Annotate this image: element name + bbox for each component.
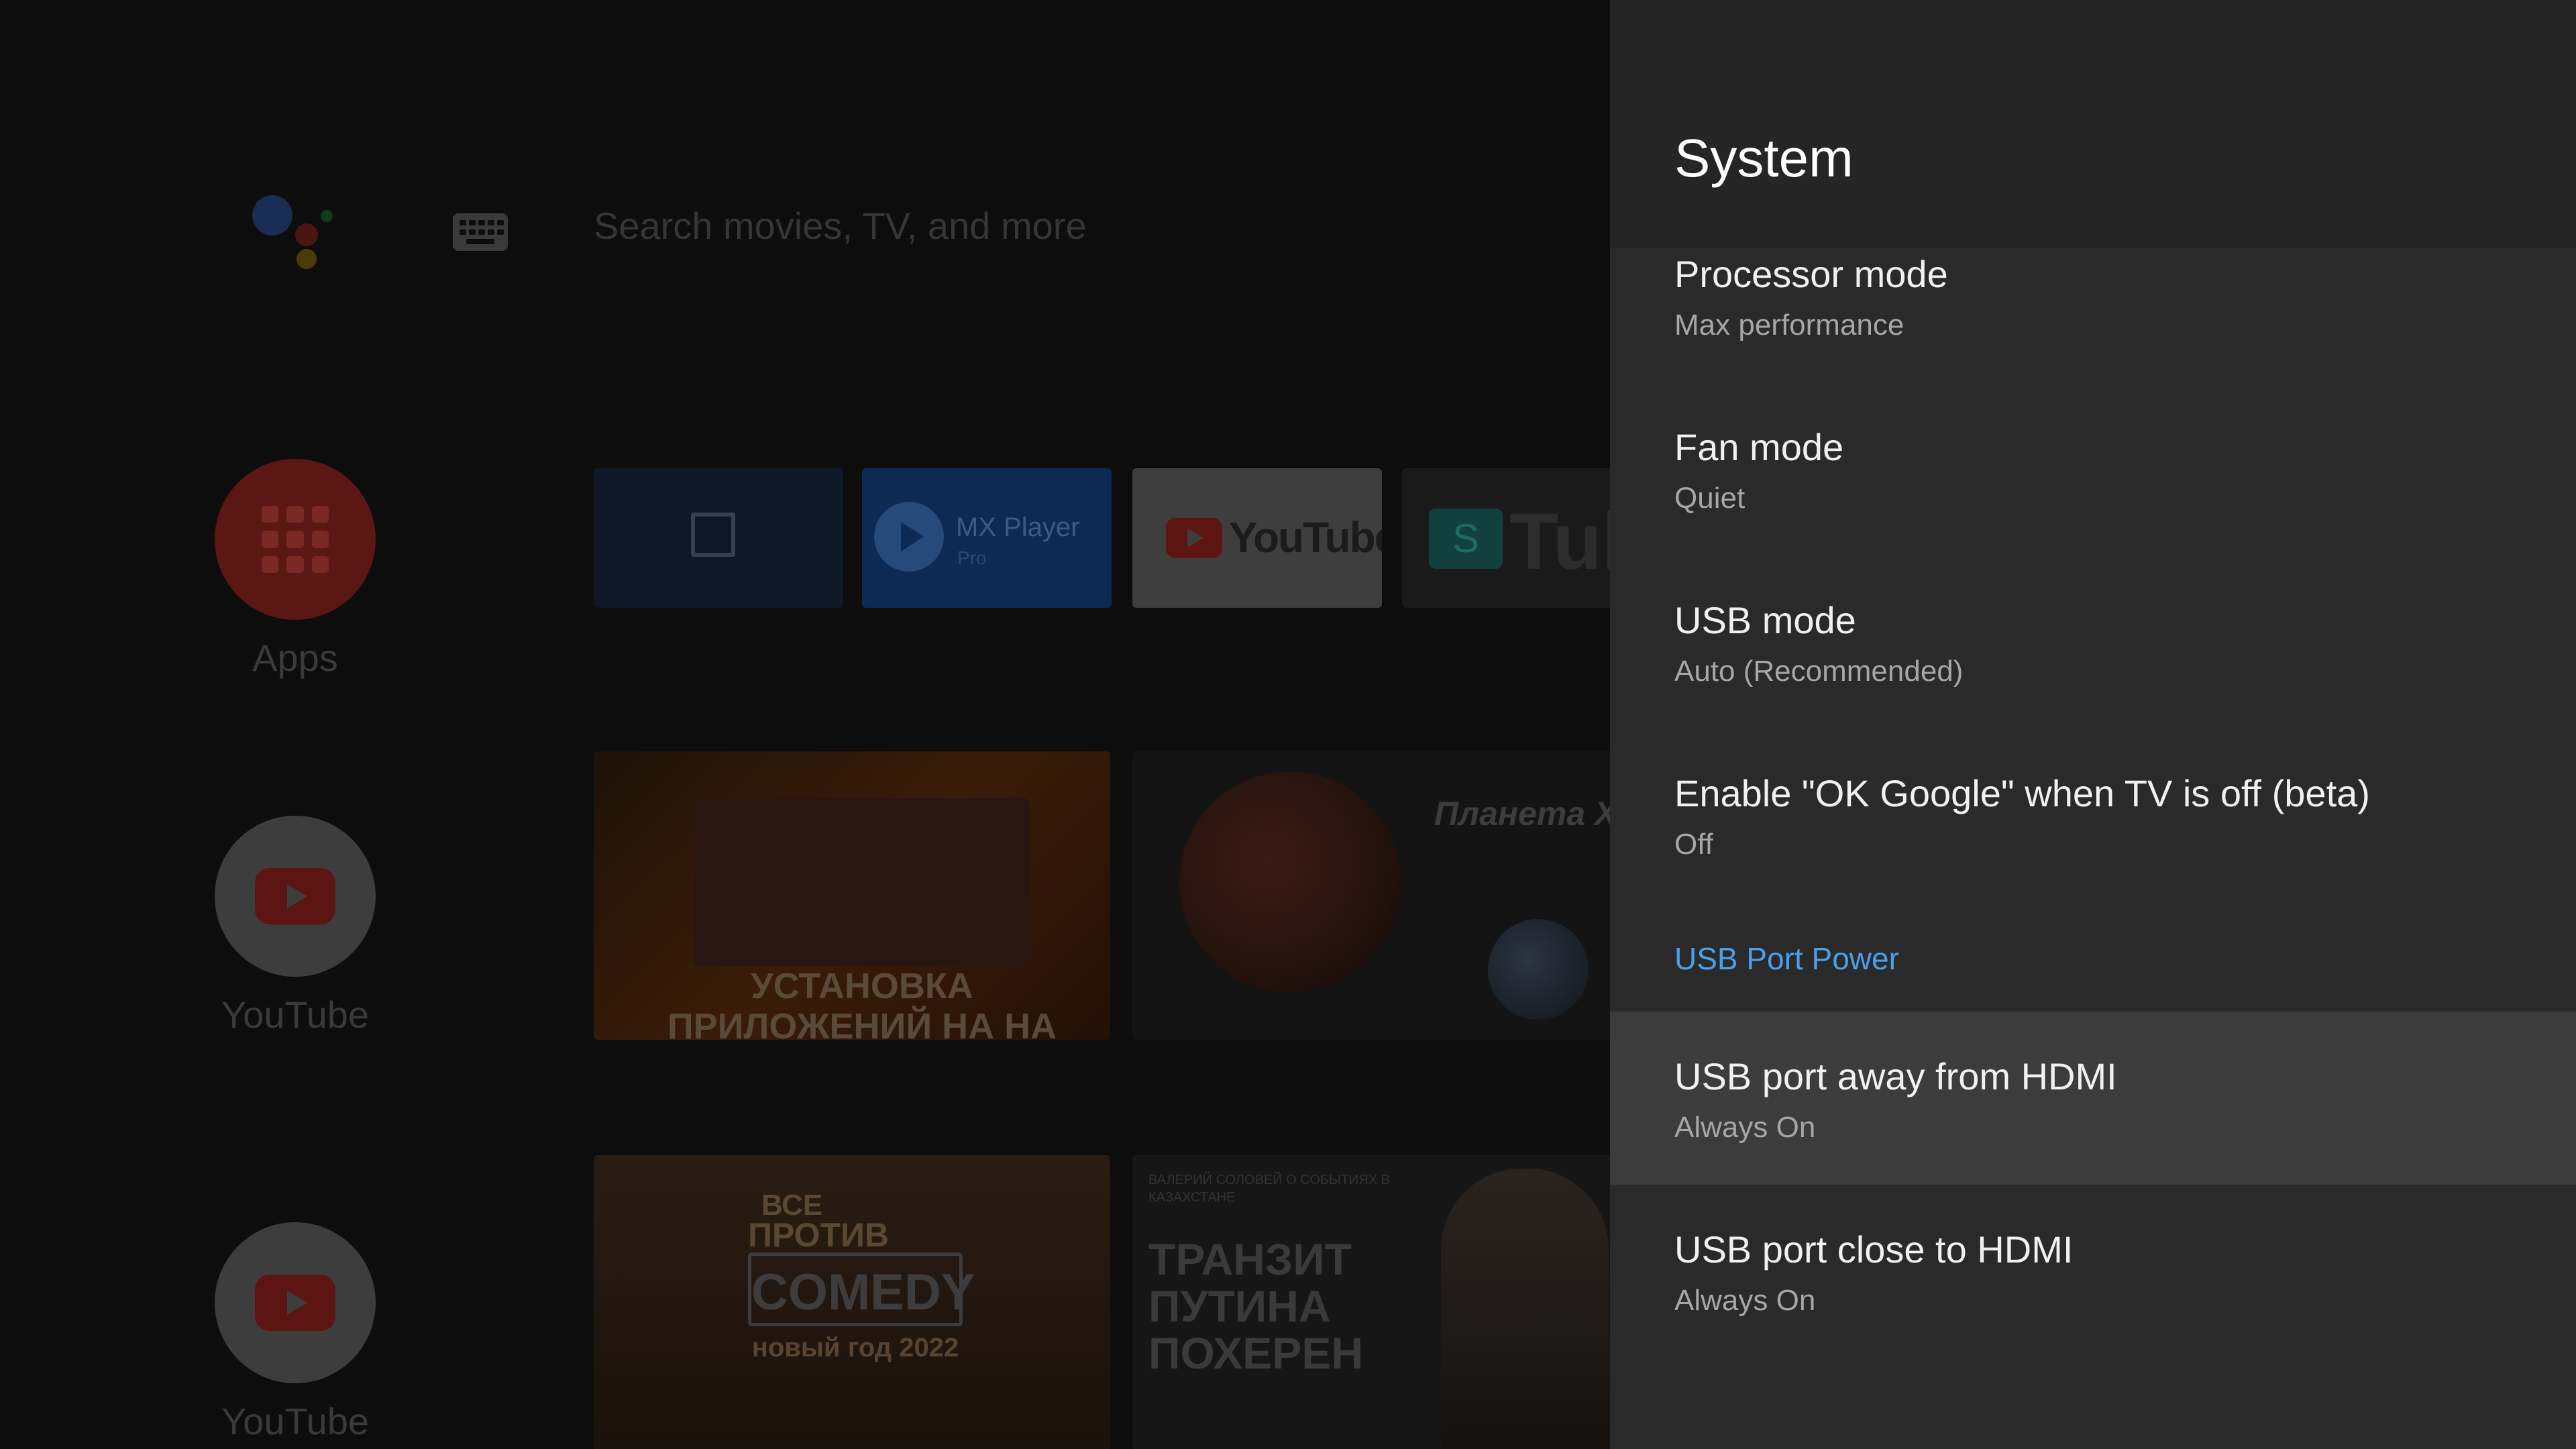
- setting-usb-mode[interactable]: USB mode Auto (Recommended): [1610, 598, 2576, 771]
- comedy-logo: COMEDY: [748, 1252, 975, 1326]
- setting-title: Fan mode: [1674, 426, 1844, 468]
- smart-tube-wordmark: Tube: [1509, 496, 1610, 586]
- home-screen-background: Search movies, TV, and more Apps YouTube…: [0, 0, 1610, 1449]
- setting-title: USB port away from HDMI: [1674, 1055, 2117, 1097]
- favorite-label: YouTube: [221, 1400, 370, 1442]
- setting-value: Always On: [1674, 1111, 1816, 1144]
- earth-image: [1488, 919, 1589, 1020]
- setting-processor-mode[interactable]: Processor mode Max performance: [1610, 252, 2576, 425]
- card-line: ПОХЕРЕН: [1148, 1328, 1364, 1378]
- card-line: ПРОТИВ: [748, 1216, 890, 1254]
- card-line: ПУТИНА: [1148, 1281, 1331, 1331]
- apps-grid-icon: [262, 506, 329, 573]
- youtube-icon: [255, 1275, 335, 1331]
- setting-title: USB port close to HDMI: [1674, 1228, 2074, 1271]
- channel-tile-mx-player[interactable]: MX Player Pro: [862, 468, 1112, 608]
- setting-title: USB mode: [1674, 599, 1856, 641]
- youtube-wordmark: YouTube: [1229, 513, 1382, 561]
- card-pretitle: ВАЛЕРИЙ СОЛОВЕЙ О СОБЫТИЯХ В КАЗАХСТАНЕ: [1148, 1173, 1390, 1205]
- apps-label: Apps: [252, 637, 338, 679]
- system-settings-panel: System Processor mode Max performance Fa…: [1610, 0, 2576, 1449]
- section-header-usb-port-power: USB Port Power: [1674, 941, 1899, 976]
- youtube-logo-icon: [1166, 518, 1222, 558]
- favorite-label: YouTube: [221, 994, 370, 1036]
- card-title: Планета Х: [1434, 795, 1610, 833]
- setting-value: Max performance: [1674, 309, 1904, 341]
- panel-title: System: [1674, 128, 1854, 188]
- setting-value: Quiet: [1674, 482, 1746, 515]
- keyboard-icon[interactable]: [453, 213, 508, 251]
- video-card-comedy[interactable]: ВСЕ ПРОТИВ COMEDY новый год 2022: [594, 1155, 1110, 1449]
- favorite-youtube-1[interactable]: [215, 816, 376, 977]
- setting-value: Off: [1674, 828, 1713, 861]
- card-title: УСТАНОВКА ПРИЛОЖЕНИЙ НА НА АНДРОИД ТВ И …: [667, 966, 1057, 1040]
- card-line: новый год 2022: [751, 1333, 959, 1362]
- setting-title: Processor mode: [1674, 253, 1948, 295]
- tv-screen-thumbnail: [694, 798, 1030, 966]
- setting-ok-google-tv-off[interactable]: Enable "OK Google" when TV is off (beta)…: [1610, 771, 2576, 945]
- setting-usb-port-close-to-hdmi[interactable]: USB port close to HDMI Always On: [1610, 1228, 2576, 1401]
- channel-tile-youtube[interactable]: YouTube: [1132, 468, 1382, 608]
- channel-tile-external[interactable]: [594, 468, 843, 608]
- favorite-youtube-2[interactable]: [215, 1222, 376, 1383]
- google-assistant-icon[interactable]: [248, 191, 342, 272]
- mx-player-badge: Pro: [957, 547, 987, 568]
- card-line: ТРАНЗИТ: [1148, 1234, 1352, 1284]
- video-card-install-apps[interactable]: УСТАНОВКА ПРИЛОЖЕНИЙ НА НА АНДРОИД ТВ И …: [594, 751, 1110, 1040]
- setting-value: Always On: [1674, 1284, 1816, 1317]
- card-title: ТРАНЗИТ ПУТИНА ПОХЕРЕН: [1148, 1236, 1363, 1377]
- panel-header: System: [1610, 0, 2576, 248]
- search-placeholder[interactable]: Search movies, TV, and more: [594, 204, 1087, 248]
- setting-usb-port-away-from-hdmi[interactable]: USB port away from HDMI Always On: [1610, 1012, 2576, 1185]
- setting-fan-mode[interactable]: Fan mode Quiet: [1610, 425, 2576, 598]
- open-external-icon: [691, 513, 735, 557]
- video-card-planet[interactable]: Планета Х: [1132, 751, 1610, 1040]
- setting-value: Auto (Recommended): [1674, 655, 1964, 688]
- video-card-transit[interactable]: ВАЛЕРИЙ СОЛОВЕЙ О СОБЫТИЯХ В КАЗАХСТАНЕ …: [1132, 1155, 1610, 1449]
- person-photo: [1441, 1169, 1609, 1449]
- mx-player-name: MX Player: [956, 513, 1080, 542]
- play-icon: [874, 502, 944, 572]
- setting-title: Enable "OK Google" when TV is off (beta): [1674, 772, 2370, 814]
- channel-tile-smart-tube[interactable]: S Tube: [1402, 468, 1610, 608]
- apps-button[interactable]: [215, 459, 376, 620]
- planet-image: [1179, 771, 1401, 993]
- youtube-icon: [255, 868, 335, 924]
- smart-tube-letter: S: [1429, 508, 1503, 569]
